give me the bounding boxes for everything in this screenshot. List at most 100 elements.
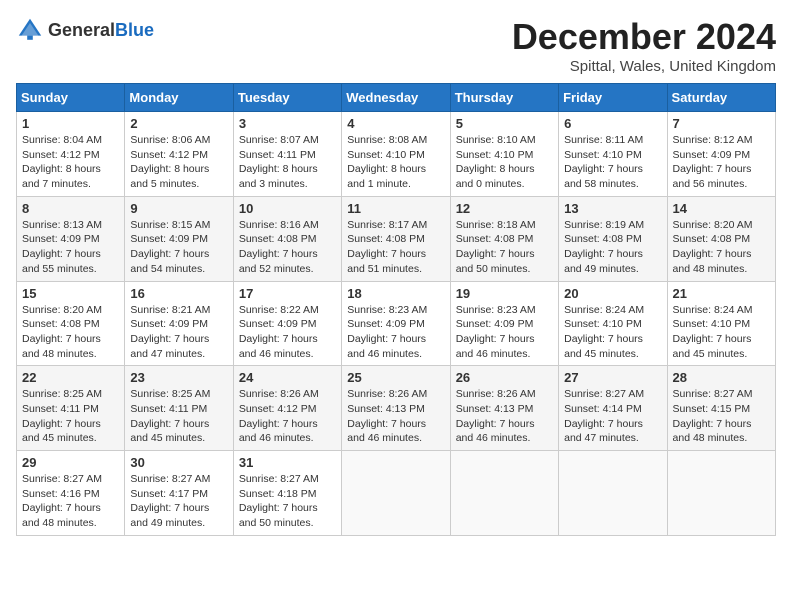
day-info-line: Sunset: 4:15 PM (673, 402, 770, 417)
day-number: 15 (22, 286, 119, 301)
day-info-line: Daylight: 7 hours (673, 162, 770, 177)
day-info-line: and 56 minutes. (673, 177, 770, 192)
day-info-line: Sunset: 4:11 PM (130, 402, 227, 417)
day-number: 22 (22, 370, 119, 385)
day-info-line: Sunrise: 8:25 AM (22, 387, 119, 402)
day-info-line: Sunrise: 8:08 AM (347, 133, 444, 148)
day-number: 9 (130, 201, 227, 216)
day-number: 2 (130, 116, 227, 131)
day-info-line: Daylight: 7 hours (347, 332, 444, 347)
day-info-line: Sunrise: 8:26 AM (239, 387, 336, 402)
day-info-line: and 46 minutes. (239, 431, 336, 446)
calendar-cell: 17Sunrise: 8:22 AMSunset: 4:09 PMDayligh… (233, 281, 341, 366)
day-info-line: and 3 minutes. (239, 177, 336, 192)
day-number: 19 (456, 286, 553, 301)
day-info-line: Sunrise: 8:20 AM (22, 303, 119, 318)
day-number: 25 (347, 370, 444, 385)
day-info-line: Sunrise: 8:18 AM (456, 218, 553, 233)
day-info-line: Daylight: 7 hours (347, 417, 444, 432)
calendar-cell: 11Sunrise: 8:17 AMSunset: 4:08 PMDayligh… (342, 196, 450, 281)
calendar-cell: 18Sunrise: 8:23 AMSunset: 4:09 PMDayligh… (342, 281, 450, 366)
day-info-line: Sunset: 4:10 PM (456, 148, 553, 163)
day-number: 20 (564, 286, 661, 301)
day-info-line: Sunset: 4:09 PM (347, 317, 444, 332)
day-info-line: Sunrise: 8:20 AM (673, 218, 770, 233)
day-info-line: Sunset: 4:12 PM (130, 148, 227, 163)
day-info-line: Sunrise: 8:27 AM (22, 472, 119, 487)
day-info-line: and 52 minutes. (239, 262, 336, 277)
calendar-header-row: SundayMondayTuesdayWednesdayThursdayFrid… (17, 84, 776, 112)
day-info-line: and 51 minutes. (347, 262, 444, 277)
calendar-cell: 23Sunrise: 8:25 AMSunset: 4:11 PMDayligh… (125, 366, 233, 451)
day-info-line: Sunrise: 8:25 AM (130, 387, 227, 402)
day-info-line: and 45 minutes. (564, 347, 661, 362)
day-info-line: Daylight: 7 hours (22, 417, 119, 432)
month-title: December 2024 (512, 16, 776, 58)
day-info-line: Sunrise: 8:13 AM (22, 218, 119, 233)
day-info-line: Sunset: 4:14 PM (564, 402, 661, 417)
day-number: 27 (564, 370, 661, 385)
day-info-line: Sunset: 4:13 PM (347, 402, 444, 417)
day-info-line: Daylight: 7 hours (130, 417, 227, 432)
calendar-cell: 4Sunrise: 8:08 AMSunset: 4:10 PMDaylight… (342, 112, 450, 197)
day-info-line: and 45 minutes. (673, 347, 770, 362)
day-number: 10 (239, 201, 336, 216)
calendar-week-5: 29Sunrise: 8:27 AMSunset: 4:16 PMDayligh… (17, 451, 776, 536)
day-info-line: Sunset: 4:09 PM (456, 317, 553, 332)
day-info-line: and 0 minutes. (456, 177, 553, 192)
day-info-line: Sunset: 4:12 PM (22, 148, 119, 163)
day-info-line: Sunrise: 8:27 AM (673, 387, 770, 402)
day-info-line: Daylight: 7 hours (130, 247, 227, 262)
calendar-cell: 15Sunrise: 8:20 AMSunset: 4:08 PMDayligh… (17, 281, 125, 366)
calendar-cell: 25 Sunrise: 8:26 AMSunset: 4:13 PMDayligh… (342, 366, 450, 451)
calendar-cell: 2Sunrise: 8:06 AMSunset: 4:12 PMDaylight… (125, 112, 233, 197)
day-info-line: Sunset: 4:11 PM (22, 402, 119, 417)
day-info-line: and 47 minutes. (130, 347, 227, 362)
day-info-line: Sunset: 4:18 PM (239, 487, 336, 502)
day-number: 3 (239, 116, 336, 131)
logo-blue: Blue (115, 20, 154, 40)
day-info-line: Sunset: 4:08 PM (22, 317, 119, 332)
day-number: 5 (456, 116, 553, 131)
calendar-table: SundayMondayTuesdayWednesdayThursdayFrid… (16, 83, 776, 536)
day-info-line: and 50 minutes. (456, 262, 553, 277)
day-info-line: and 45 minutes. (22, 431, 119, 446)
calendar-cell: 26Sunrise: 8:26 AMSunset: 4:13 PMDayligh… (450, 366, 558, 451)
day-info-line: Sunset: 4:09 PM (130, 317, 227, 332)
day-number: 1 (22, 116, 119, 131)
day-number: 28 (673, 370, 770, 385)
day-info-line: Sunrise: 8:06 AM (130, 133, 227, 148)
logo-text: GeneralBlue (48, 20, 154, 41)
day-info-line: Sunrise: 8:27 AM (239, 472, 336, 487)
header-thursday: Thursday (450, 84, 558, 112)
day-info-line: Sunset: 4:08 PM (456, 232, 553, 247)
calendar-cell: 16Sunrise: 8:21 AMSunset: 4:09 PMDayligh… (125, 281, 233, 366)
day-info-line: Daylight: 7 hours (239, 247, 336, 262)
day-info-line: and 47 minutes. (564, 431, 661, 446)
header-wednesday: Wednesday (342, 84, 450, 112)
calendar-cell: 6Sunrise: 8:11 AMSunset: 4:10 PMDaylight… (559, 112, 667, 197)
day-info-line: Sunset: 4:10 PM (564, 148, 661, 163)
day-info-line: Sunrise: 8:17 AM (347, 218, 444, 233)
day-info-line: Daylight: 7 hours (564, 417, 661, 432)
day-info-line: and 7 minutes. (22, 177, 119, 192)
calendar-cell: 20Sunrise: 8:24 AMSunset: 4:10 PMDayligh… (559, 281, 667, 366)
logo: GeneralBlue (16, 16, 154, 44)
day-info-line: and 49 minutes. (564, 262, 661, 277)
day-number: 18 (347, 286, 444, 301)
day-info-line: and 50 minutes. (239, 516, 336, 531)
day-number: 6 (564, 116, 661, 131)
day-info-line: and 46 minutes. (239, 347, 336, 362)
day-info-line: Sunrise: 8:16 AM (239, 218, 336, 233)
location-title: Spittal, Wales, United Kingdom (512, 58, 776, 75)
calendar-week-3: 15 Sunrise: 8:20 AMSunset: 4:08 PM Dayligh… (17, 281, 776, 366)
day-info-line: Sunrise: 8:26 AM (347, 387, 444, 402)
day-info-line: Sunrise: 8:10 AM (456, 133, 553, 148)
calendar-cell: 3Sunrise: 8:07 AMSunset: 4:11 PMDaylight… (233, 112, 341, 197)
day-info-line: and 46 minutes. (347, 431, 444, 446)
day-info-line: Daylight: 7 hours (673, 332, 770, 347)
day-number: 16 (130, 286, 227, 301)
day-info-line: Daylight: 7 hours (564, 162, 661, 177)
logo-general: General (48, 20, 115, 40)
day-info-line: and 46 minutes. (456, 347, 553, 362)
